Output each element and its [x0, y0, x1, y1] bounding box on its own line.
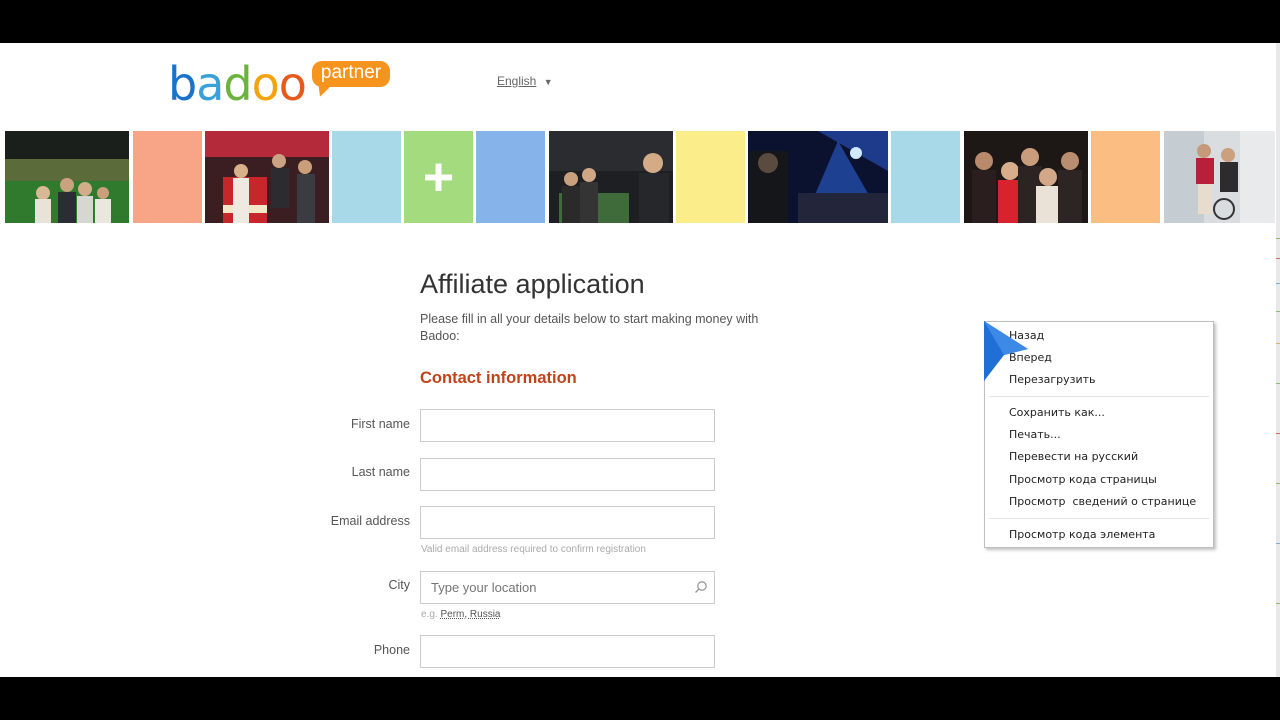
page: badoo partner English ▼ + Affiliate appl… [0, 43, 1280, 677]
strip-tile-color [1091, 131, 1160, 223]
strip-tile-color [676, 131, 745, 223]
scrollbar-artifact [1276, 343, 1280, 344]
city-label: City [388, 578, 410, 592]
plus-icon: + [422, 147, 455, 207]
strip-tile-color [332, 131, 401, 223]
context-menu-item-print[interactable]: Печать... [1009, 428, 1061, 441]
scrollbar-artifact [1276, 433, 1280, 434]
search-icon[interactable] [694, 580, 708, 594]
strip-tile-color [133, 131, 202, 223]
email-label: Email address [330, 514, 410, 528]
scrollbar-artifact [1276, 238, 1280, 239]
context-menu-item-view-source[interactable]: Просмотр кода страницы [1009, 473, 1157, 486]
scrollbar[interactable] [1276, 43, 1280, 677]
context-menu-item-translate[interactable]: Перевести на русский [1009, 450, 1138, 463]
last-name-label: Last name [351, 465, 410, 479]
add-photo-tile[interactable]: + [404, 131, 473, 223]
context-menu-item-inspect[interactable]: Просмотр кода элемента [1009, 528, 1155, 541]
scrollbar-artifact [1276, 283, 1280, 284]
scrollbar-artifact [1276, 603, 1280, 604]
scrollbar-artifact [1276, 483, 1280, 484]
chevron-down-icon: ▼ [543, 77, 553, 87]
language-selector[interactable]: English ▼ [497, 74, 553, 88]
form-intro-text: Please fill in all your details below to… [420, 312, 759, 343]
phone-label: Phone [373, 643, 410, 657]
strip-photo-street[interactable] [1164, 131, 1275, 223]
scrollbar-artifact [1276, 543, 1280, 544]
strip-tile-color [476, 131, 545, 223]
city-hint: e.g. Perm, Russia [421, 609, 500, 620]
context-menu-separator [989, 396, 1209, 397]
logo-partner-bubble: partner [311, 61, 391, 87]
city-input[interactable] [420, 571, 715, 604]
logo-wordmark: badoo [168, 57, 307, 111]
letterbox-bottom [0, 677, 1280, 720]
photo-strip: + [5, 131, 1275, 223]
section-title-contact: Contact information [420, 369, 577, 387]
letterbox-top [0, 0, 1280, 43]
cursor-pointer-icon [984, 321, 1028, 381]
page-title: Affiliate application [420, 269, 645, 299]
city-hint-example-link[interactable]: Perm, Russia [440, 609, 500, 620]
badoo-partner-logo[interactable]: badoo partner [168, 57, 391, 111]
strip-photo-dj[interactable] [748, 131, 888, 223]
city-hint-prefix: e.g. [421, 609, 438, 620]
scrollbar-artifact [1276, 383, 1280, 384]
strip-photo-party[interactable] [964, 131, 1088, 223]
last-name-input[interactable] [420, 458, 715, 491]
strip-photo-foosball[interactable] [549, 131, 673, 223]
strip-photo-stadium[interactable] [5, 131, 129, 223]
email-input[interactable] [420, 506, 715, 539]
first-name-input[interactable] [420, 409, 715, 442]
context-menu-item-save-as[interactable]: Сохранить как... [1009, 406, 1105, 419]
strip-tile-color [891, 131, 960, 223]
strip-photo-bar[interactable] [205, 131, 329, 223]
email-hint: Valid email address required to confirm … [421, 544, 646, 555]
scrollbar-artifact [1276, 311, 1280, 312]
phone-input[interactable] [420, 635, 715, 668]
language-label: English [497, 74, 537, 88]
scrollbar-artifact [1276, 258, 1280, 259]
context-menu-separator [989, 518, 1209, 519]
first-name-label: First name [350, 417, 410, 431]
context-menu-item-page-info[interactable]: Просмотр сведений о странице [1009, 495, 1196, 508]
